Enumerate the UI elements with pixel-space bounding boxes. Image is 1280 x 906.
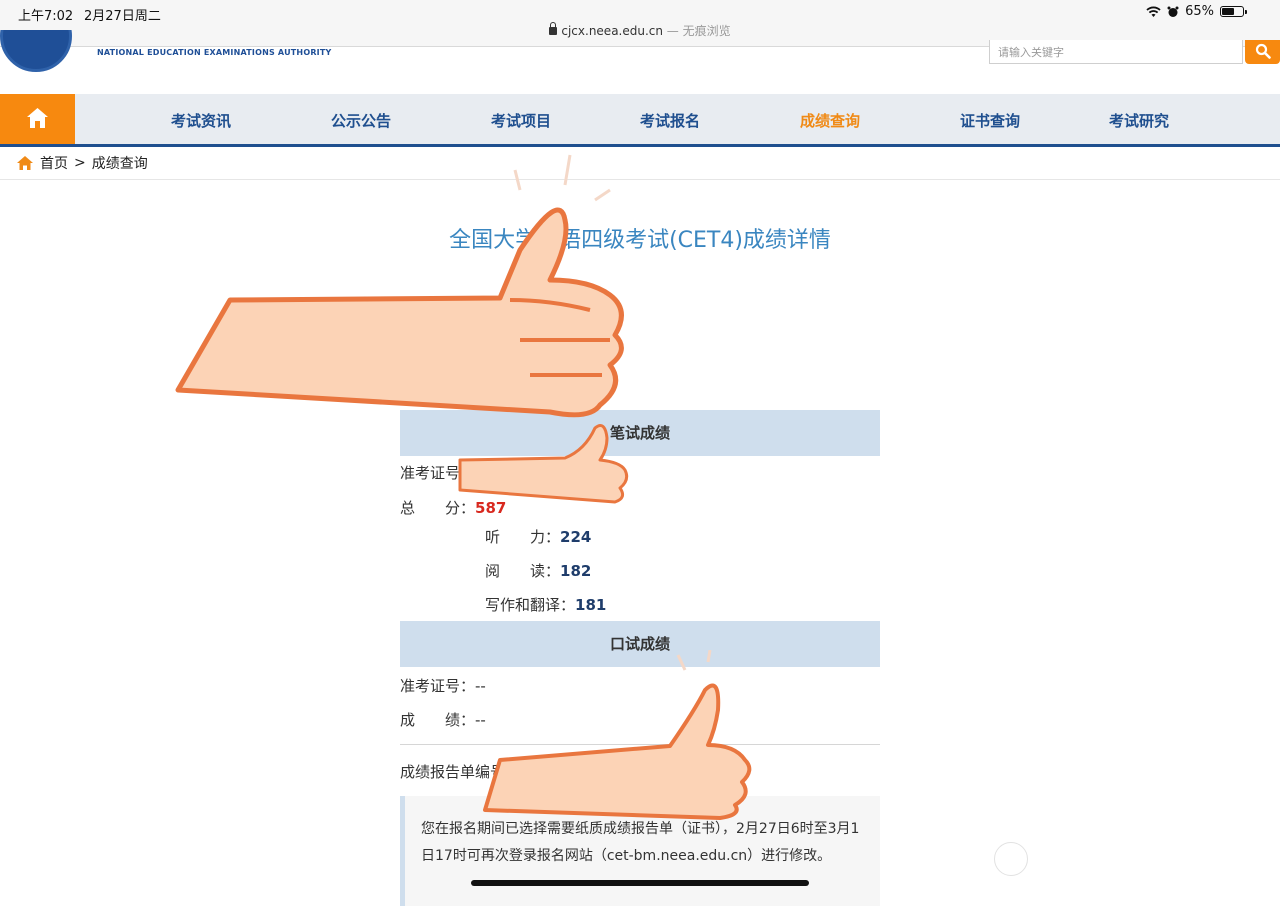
battery-tip <box>1245 10 1247 14</box>
search-input[interactable] <box>996 42 1240 62</box>
writing-label: 写作和翻译： <box>485 596 576 614</box>
writing-value: 181 <box>575 596 607 614</box>
url-mode: — 无痕浏览 <box>662 24 731 38</box>
breadcrumb-home[interactable]: 首页 <box>40 153 68 173</box>
listening-row: 听 力：224 <box>485 526 591 547</box>
search-button[interactable] <box>1245 40 1280 64</box>
reading-label: 阅 读： <box>485 562 561 580</box>
watermark-icon <box>994 842 1028 876</box>
reading-value: 182 <box>560 562 592 580</box>
search-box[interactable] <box>989 40 1243 64</box>
nav-item-exam-research[interactable]: 考试研究 <box>1109 110 1169 131</box>
nav-home-button[interactable] <box>0 94 75 144</box>
search-icon <box>1255 43 1271 59</box>
oral-score-label: 成 绩： <box>400 711 476 729</box>
main-nav: 考试资讯 公示公告 考试项目 考试报名 成绩查询 证书查询 考试研究 <box>0 94 1280 147</box>
oral-id-row: 准考证号：-- <box>400 675 486 696</box>
oral-id-label: 准考证号： <box>400 677 476 695</box>
breadcrumb-separator: > <box>74 155 86 171</box>
nav-item-exam-news[interactable]: 考试资讯 <box>171 110 231 131</box>
org-english-name: NATIONAL EDUCATION EXAMINATIONS AUTHORIT… <box>97 48 332 57</box>
home-icon <box>17 156 33 170</box>
listening-label: 听 力： <box>485 528 561 546</box>
battery-icon <box>1220 6 1247 17</box>
alarm-icon <box>1167 6 1179 17</box>
thumbs-up-sticker-bottom <box>483 650 752 820</box>
reading-row: 阅 读：182 <box>485 560 591 581</box>
oral-score-row: 成 绩：-- <box>400 709 486 730</box>
address-bar[interactable]: cjcx.neea.edu.cn — 无痕浏览 <box>0 22 1280 39</box>
lock-icon <box>549 22 558 35</box>
nav-item-exam-projects[interactable]: 考试项目 <box>491 110 551 131</box>
written-id-label: 准考证号 <box>400 464 461 482</box>
home-indicator[interactable] <box>471 880 809 886</box>
nav-item-registration[interactable]: 考试报名 <box>640 110 700 131</box>
listening-value: 224 <box>560 528 592 546</box>
breadcrumb-current: 成绩查询 <box>91 156 148 172</box>
breadcrumb: 首页 > 成绩查询 <box>16 153 148 173</box>
nav-item-score-query[interactable]: 成绩查询 <box>800 110 860 131</box>
nav-item-certificate-query[interactable]: 证书查询 <box>960 110 1020 131</box>
battery-percent: 65% <box>1185 4 1214 19</box>
writing-row: 写作和翻译：181 <box>485 594 606 615</box>
url-host: cjcx.neea.edu.cn <box>561 24 663 38</box>
neea-logo[interactable] <box>0 30 76 74</box>
thumbs-up-sticker-small <box>458 424 629 504</box>
wifi-icon <box>1146 6 1161 17</box>
home-icon <box>27 108 48 128</box>
thumbs-up-sticker-large <box>175 154 624 418</box>
battery-fill <box>1222 8 1234 15</box>
logo-emblem <box>0 30 72 72</box>
nav-item-announcements[interactable]: 公示公告 <box>331 110 391 131</box>
status-indicators: 65% <box>1146 4 1247 19</box>
